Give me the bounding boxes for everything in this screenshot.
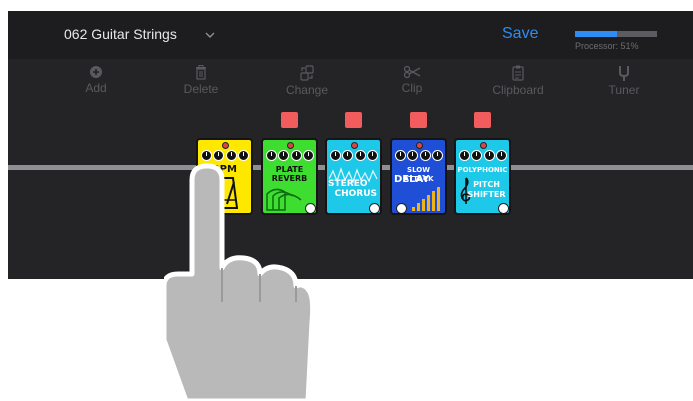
processor-meter — [575, 31, 657, 37]
change-label: Change — [285, 83, 329, 97]
pedal-led — [351, 142, 358, 149]
knob[interactable] — [407, 150, 419, 161]
knob[interactable] — [342, 150, 354, 161]
pedal-knobs — [395, 150, 443, 162]
pedal-toggle-plate-reverb[interactable] — [281, 112, 298, 128]
pedal-stereo-chorus[interactable]: STEREO CHORUS — [325, 138, 382, 215]
trash-icon — [196, 65, 206, 80]
knob[interactable] — [495, 150, 507, 161]
pedal-knobs — [459, 150, 507, 162]
change-button[interactable]: Change — [267, 65, 347, 97]
delay-bars-icon — [412, 187, 440, 211]
knob[interactable] — [354, 150, 366, 161]
knob[interactable] — [330, 150, 341, 161]
pedal-toggle-stereo-chorus[interactable] — [345, 112, 362, 128]
pedal-toggle-slow-attack-delay[interactable] — [410, 112, 427, 128]
change-icon — [300, 65, 314, 81]
clip-label: Clip — [401, 81, 423, 95]
footswitch[interactable] — [396, 203, 407, 213]
processor-meter-fill — [575, 31, 617, 37]
pointing-hand-icon — [164, 163, 314, 401]
knob[interactable] — [366, 150, 378, 161]
pedal-name-line1: STEREO — [328, 179, 368, 189]
processor-label: Processor: 51% — [575, 41, 639, 51]
clipboard-icon — [512, 65, 524, 81]
clip-button[interactable]: Clip — [372, 65, 452, 95]
knob[interactable] — [471, 150, 483, 161]
pedal-name-line2: PITCH — [473, 180, 500, 189]
pedal-led — [416, 142, 423, 149]
delete-label: Delete — [183, 82, 219, 96]
pedal-knobs — [330, 150, 378, 162]
pedal-toggle-pitch-shifter[interactable] — [474, 112, 491, 128]
add-circle-icon — [90, 66, 102, 78]
pedalboard-app: 062 Guitar Strings Save Processor: 51% A… — [8, 11, 693, 279]
knob[interactable] — [483, 150, 495, 161]
save-button[interactable]: Save — [502, 25, 538, 43]
scissors-icon — [403, 65, 421, 79]
pedal-slow-attack-delay[interactable]: SLOW ATTACK DELAY — [390, 138, 447, 215]
footswitch[interactable] — [369, 203, 380, 213]
knob[interactable] — [431, 150, 443, 161]
knob[interactable] — [395, 150, 406, 161]
pedal-pitch-shifter[interactable]: POLYPHONIC PITCH SHIFTER — [454, 138, 511, 215]
pedal-name-line1: POLYPHONIC — [457, 166, 508, 174]
pedal-name-line2: DELAY — [394, 174, 430, 185]
tuner-button[interactable]: Tuner — [584, 65, 664, 97]
add-label: Add — [85, 81, 107, 95]
header-bar: 062 Guitar Strings Save Processor: 51% — [8, 11, 693, 59]
pedal-name-line3: SHIFTER — [467, 190, 506, 199]
footswitch[interactable] — [498, 203, 509, 213]
pedal-led — [222, 142, 229, 149]
add-button[interactable]: Add — [56, 65, 136, 95]
clipboard-button[interactable]: Clipboard — [478, 65, 558, 97]
clipboard-label: Clipboard — [492, 83, 544, 97]
pedal-led — [480, 142, 487, 149]
knob[interactable] — [459, 150, 470, 161]
pedal-name-line2: CHORUS — [334, 189, 377, 199]
tuning-fork-icon — [619, 66, 629, 81]
chevron-down-icon[interactable] — [203, 28, 217, 42]
pedal-led — [287, 142, 294, 149]
delete-button[interactable]: Delete — [161, 65, 241, 96]
preset-name[interactable]: 062 Guitar Strings — [64, 26, 177, 42]
tuner-label: Tuner — [608, 83, 640, 97]
knob[interactable] — [419, 150, 431, 161]
